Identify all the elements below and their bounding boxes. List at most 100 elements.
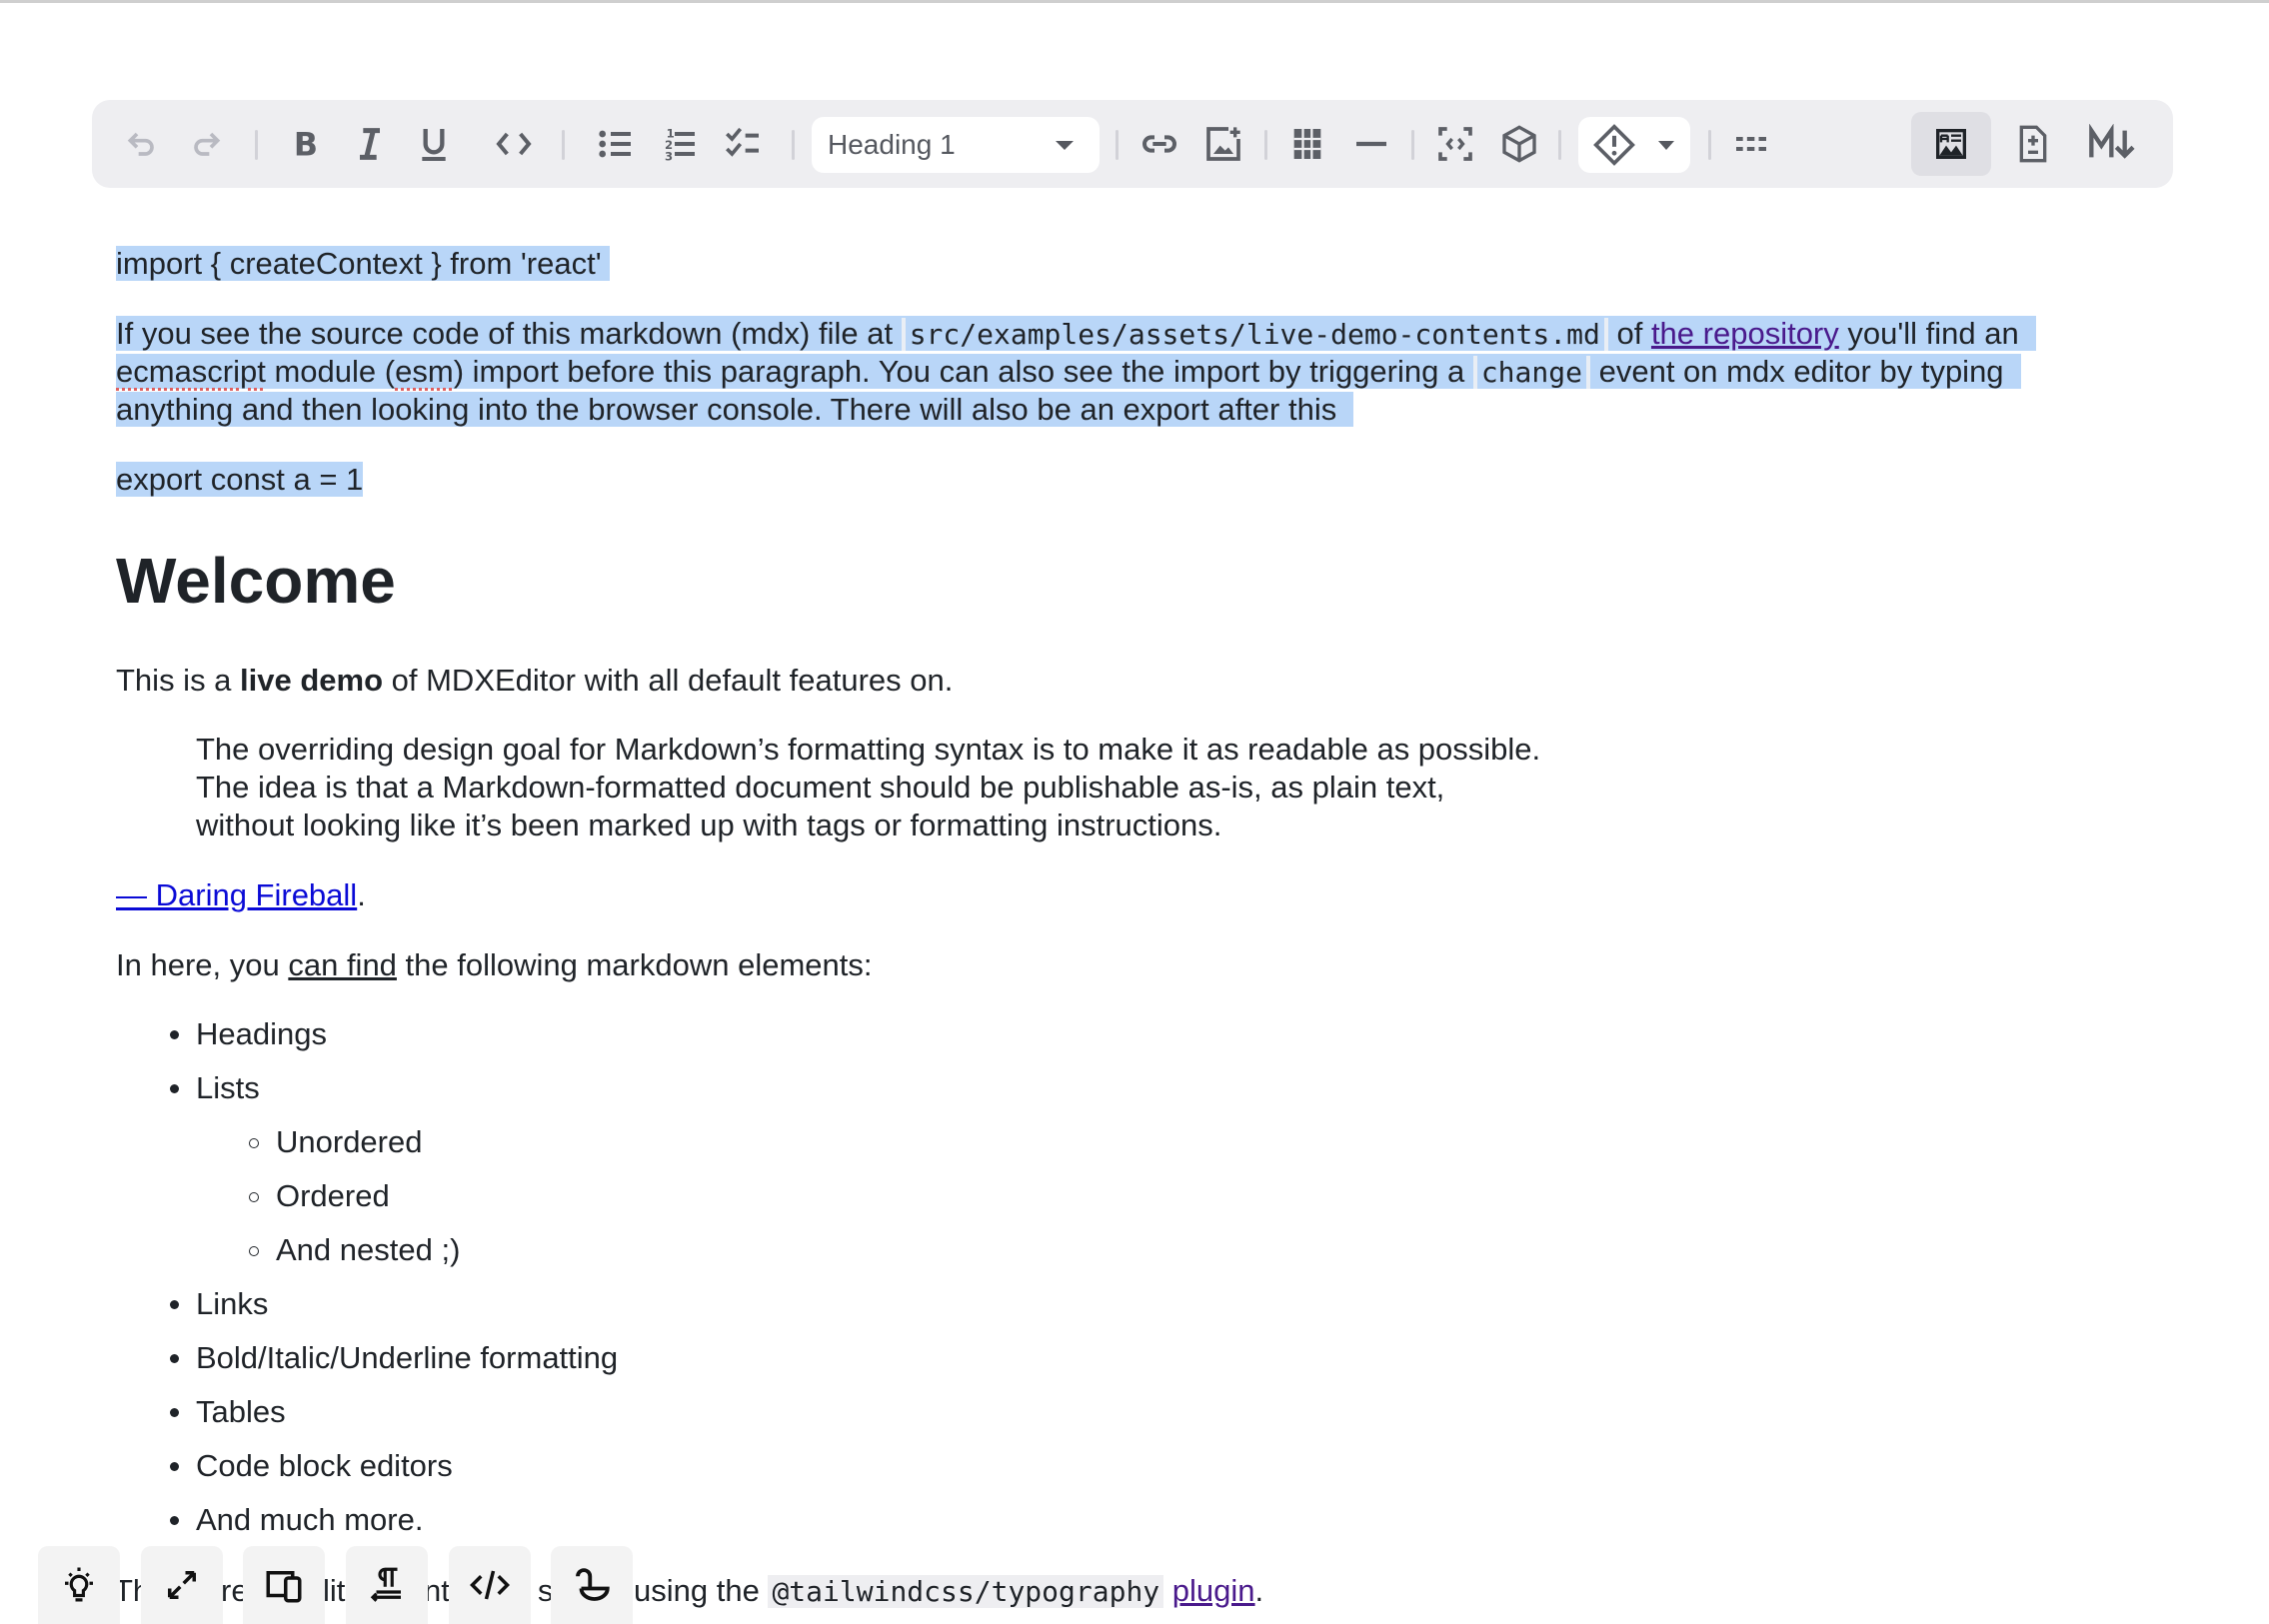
undo-button[interactable]	[120, 122, 164, 166]
checklist-button[interactable]	[722, 122, 766, 166]
bold-button[interactable]: B	[284, 122, 328, 166]
bold-icon: B	[294, 128, 318, 164]
source-mode-button[interactable]	[2073, 112, 2153, 176]
quote-line: The overriding design goal for Markdown’…	[196, 732, 1541, 767]
nested-list-item: Unordered	[116, 1123, 618, 1177]
attribution-period: .	[357, 877, 366, 912]
esm-import-block[interactable]: import { createContext } from 'react'	[116, 245, 610, 283]
nested-list-item: Ordered	[116, 1177, 618, 1231]
daring-fireball-link[interactable]: — Daring Fireball	[116, 877, 357, 912]
quote-line: The idea is that a Markdown-formatted do…	[196, 770, 1445, 805]
svg-text:B: B	[294, 128, 318, 164]
demo-text: of MDXEditor with all default features o…	[383, 663, 954, 698]
lightbulb-button[interactable]	[38, 1546, 120, 1624]
list-item: Links	[116, 1285, 618, 1339]
underlined-text: can find	[288, 947, 397, 982]
inline-code-typography: @tailwindcss/typography	[768, 1575, 1164, 1608]
toolbar-separator	[255, 130, 258, 160]
insert-image-button[interactable]	[1201, 122, 1245, 166]
link-button[interactable]	[1137, 122, 1181, 166]
rich-text-icon	[1936, 129, 1966, 159]
misspelled-word[interactable]: esm	[395, 354, 454, 389]
inline-code-button[interactable]	[492, 122, 536, 166]
insert-image-icon	[1206, 127, 1240, 161]
intro-text: ) import before this paragraph. You can …	[453, 354, 1473, 389]
blockquote: The overriding design goal for Markdown’…	[196, 731, 1540, 844]
paragraph-button[interactable]	[346, 1546, 428, 1624]
hook-button[interactable]	[551, 1546, 633, 1624]
hook-icon	[576, 1568, 610, 1601]
devices-button[interactable]	[243, 1546, 325, 1624]
table-icon	[1293, 129, 1321, 159]
diff-mode-button[interactable]	[1993, 112, 2073, 176]
diff-icon	[2019, 125, 2047, 163]
block-type-select[interactable]: Heading 1	[812, 117, 1100, 173]
block-type-value: Heading 1	[828, 129, 956, 160]
list-item: Code block editors	[116, 1447, 618, 1501]
admonition-select[interactable]	[1578, 117, 1690, 173]
obscured-text: lit	[323, 1573, 346, 1608]
code-icon	[470, 1570, 510, 1600]
sandpack-button[interactable]	[1497, 122, 1541, 166]
italic-button[interactable]	[348, 122, 392, 166]
attribution: — Daring Fireball.	[116, 876, 366, 914]
editor-toolbar: B 123 Heading 1	[92, 100, 2173, 188]
intro-text: module (	[265, 354, 396, 389]
list-intro-text: the following markdown elements:	[396, 947, 873, 982]
inline-code-icon	[496, 132, 532, 156]
intro-text: you'll find an	[1838, 316, 2019, 351]
horizontal-rule-button[interactable]	[1349, 122, 1393, 166]
list-item: Lists	[116, 1069, 618, 1123]
code-block-icon	[1438, 127, 1472, 161]
bold-text: live demo	[240, 663, 384, 698]
nested-list-item: And nested ;)	[116, 1231, 618, 1285]
paragraph-return-icon	[370, 1567, 401, 1602]
devices-icon	[266, 1571, 302, 1603]
toolbar-separator	[792, 130, 795, 160]
esm-export-text: export const a = 1	[116, 462, 364, 497]
sandpack-box-icon	[1502, 125, 1536, 163]
last-paragraph-text: .	[1254, 1573, 1264, 1608]
intro-text: If you see the source code of this markd…	[116, 316, 902, 351]
heading-welcome: Welcome	[116, 545, 396, 617]
toolbar-separator	[1708, 130, 1711, 160]
chevron-down-icon	[1658, 141, 1674, 150]
repository-link[interactable]: the repository	[1651, 316, 1839, 351]
redo-button[interactable]	[184, 122, 228, 166]
lightbulb-icon	[65, 1567, 93, 1602]
table-button[interactable]	[1285, 122, 1329, 166]
toolbar-separator	[562, 130, 565, 160]
numbered-list-button[interactable]: 123	[658, 122, 702, 166]
code-button[interactable]	[449, 1546, 531, 1624]
expand-button[interactable]	[141, 1546, 223, 1624]
demo-text: This is a	[116, 663, 241, 698]
rich-text-mode-button[interactable]	[1911, 112, 1991, 176]
plugin-link[interactable]: plugin	[1172, 1573, 1255, 1608]
chevron-down-icon	[1056, 141, 1074, 150]
admonition-warning-icon	[1593, 124, 1635, 166]
esm-export-block[interactable]: export const a = 1	[116, 461, 364, 499]
toolbar-separator	[1264, 130, 1267, 160]
list-intro-text: In here, you	[116, 947, 289, 982]
misspelled-word[interactable]: ecmascript	[116, 354, 266, 389]
numbered-list-icon: 123	[665, 126, 695, 164]
bulleted-list-button[interactable]	[594, 122, 638, 166]
expand-icon	[168, 1571, 196, 1599]
code-block-button[interactable]	[1433, 122, 1477, 166]
last-paragraph-text: using the	[634, 1573, 769, 1608]
checklist-icon	[726, 127, 759, 157]
underline-icon	[422, 129, 446, 161]
redo-icon	[194, 132, 221, 156]
list-item: Bold/Italic/Underline formatting	[116, 1339, 618, 1393]
undo-icon	[127, 132, 154, 156]
frontmatter-icon	[1736, 137, 1766, 151]
features-list: Headings Lists Unordered Ordered And nes…	[116, 1015, 618, 1555]
inline-code-change: change	[1472, 356, 1590, 389]
underline-button[interactable]	[412, 122, 456, 166]
intro-text: anything and then looking into the brows…	[116, 392, 1337, 427]
frontmatter-button[interactable]	[1729, 122, 1773, 166]
svg-text:3: 3	[665, 150, 673, 164]
toolbar-separator	[1411, 130, 1414, 160]
horizontal-rule-icon	[1356, 141, 1386, 147]
markdown-icon	[2089, 124, 2135, 159]
